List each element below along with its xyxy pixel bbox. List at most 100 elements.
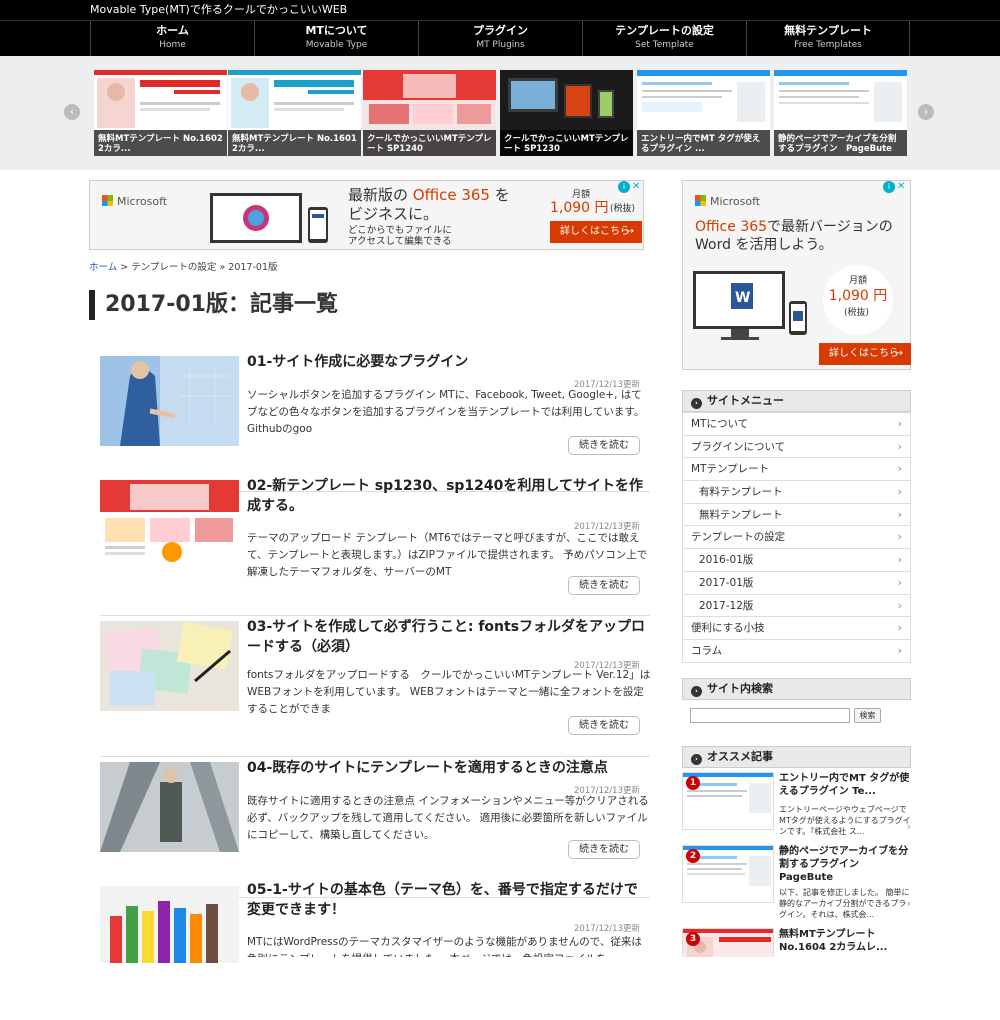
ad-close-icon[interactable]: ✕ — [632, 181, 640, 193]
ad-info-icon[interactable]: i — [618, 181, 630, 193]
ad-cta-button[interactable]: 詳しくはこちら → — [819, 343, 911, 365]
recommended-title-link[interactable]: 無料MTテンプレート No.1604 2カラムレ... — [779, 928, 911, 954]
chevron-right-icon: › — [897, 553, 902, 567]
nav-sublabel: Set Template — [635, 40, 694, 50]
recommended-excerpt: エントリーページやウェブページでMTタグが使えるようにするプラグインです。『株式… — [779, 805, 911, 836]
slide-caption: 静的ページでアーカイブを分割するプラグイン PageBute — [774, 130, 907, 156]
nav-sublabel: Home — [159, 40, 186, 50]
post-excerpt: 既存サイトに適用するときの注意点 インフォメーションやメニュー等がクリアされる … — [247, 795, 649, 841]
read-more-button[interactable]: 続きを読む — [568, 436, 640, 455]
arrow-circle-icon: › — [691, 398, 702, 409]
businessman-image — [100, 356, 239, 446]
page-title: 2017-01版：記事一覧 — [89, 290, 338, 320]
site-menu-item-label: 2017-12版 — [699, 599, 754, 612]
slide-caption: 無料MTテンプレート No.1602 2カラ... — [94, 130, 227, 156]
recommended-item[interactable]: 1 エントリー内でMT タグが使えるプラグイン Te... エントリーページやウ… — [682, 772, 911, 836]
ad-cta-button[interactable]: 詳しくはこちら → — [550, 221, 642, 243]
nav-about-mt[interactable]: MTについて Movable Type — [254, 21, 418, 56]
chevron-right-icon: › — [897, 621, 902, 635]
recommended-item[interactable]: 2 静的ページでアーカイブを分割するプラグイン PageBute 以下、記事を修… — [682, 845, 911, 919]
site-menu-heading: › サイトメニュー — [682, 390, 911, 412]
read-more-button[interactable]: 続きを読む — [568, 576, 640, 595]
ad-product: Office 365 — [695, 219, 768, 235]
post-title-link[interactable]: 02-新テンプレート sp1230、sp1240を利用してサイトを作成する。 — [247, 476, 647, 516]
post-thumbnail[interactable] — [100, 621, 239, 711]
recommended-heading: › オススメ記事 — [682, 746, 911, 768]
site-menu-item[interactable]: 2017-12版 › — [683, 593, 910, 617]
recommended-excerpt: 以下、記事を修正しました。 簡単に静的なアーカイブ分割ができるプラグイン。それは… — [779, 888, 910, 919]
chevron-left-icon[interactable]: ‹ — [64, 104, 80, 120]
microsoft-logo-icon — [695, 195, 706, 206]
breadcrumb-home-link[interactable]: ホーム — [89, 262, 117, 273]
read-more-button[interactable]: 続きを読む — [568, 716, 640, 735]
post-title-link[interactable]: 03-サイトを作成して必ず行うこと: fontsフォルダをアップロードする（必須… — [247, 617, 647, 657]
nav-plugins[interactable]: プラグイン MT Plugins — [418, 21, 582, 56]
arrow-circle-icon: › — [691, 686, 702, 697]
site-search-title: サイト内検索 — [707, 682, 773, 695]
nav-set-template[interactable]: テンプレートの設定 Set Template — [582, 21, 746, 56]
post-item: 05-1-サイトの基本色（テーマ色）を、番号で指定するだけで変更できます！ 20… — [100, 880, 650, 1020]
recommended-item[interactable]: 3 無料MTテンプレート No.1604 2カラムレ... — [682, 928, 911, 957]
ad-headline: を — [494, 186, 510, 204]
nav-free-templates[interactable]: 無料テンプレート Free Templates — [746, 21, 910, 56]
site-menu-item[interactable]: 2017-01版 › — [683, 570, 910, 594]
ad-brand: Microsoft — [117, 195, 168, 208]
post-thumbnail[interactable] — [100, 356, 239, 446]
slide-item[interactable]: クールでかっこいいMTテンプレート SP1230 — [500, 70, 633, 156]
chevron-right-icon: › — [897, 643, 902, 657]
chevron-right-icon[interactable]: › — [918, 104, 934, 120]
ad-banner-top[interactable]: Microsoft 最新版の Office 365 を ビジネスに。 どこからで… — [89, 180, 644, 250]
nav-home[interactable]: ホーム Home — [90, 21, 254, 56]
slide-item[interactable]: 静的ページでアーカイブを分割するプラグイン PageBute — [774, 70, 907, 156]
breadcrumb-separator: » — [216, 262, 229, 273]
site-menu-item[interactable]: MTについて › — [683, 412, 910, 435]
chevron-right-icon: › — [897, 575, 902, 589]
post-title-link[interactable]: 04-既存のサイトにテンプレートを適用するときの注意点 — [247, 758, 647, 778]
slide-item[interactable]: クールでかっこいいMTテンプレート SP1240 — [363, 70, 496, 156]
chevron-right-icon: › — [897, 439, 902, 453]
chevron-right-icon: › — [897, 507, 902, 521]
post-title-link[interactable]: 05-1-サイトの基本色（テーマ色）を、番号で指定するだけで変更できます！ — [247, 880, 647, 920]
recommended-title-link[interactable]: エントリー内でMT タグが使えるプラグイン Te... — [779, 772, 911, 798]
site-menu-item-label: 無料テンプレート — [699, 508, 783, 521]
read-more-button[interactable]: 続きを読む — [568, 840, 640, 859]
breadcrumb-separator: > — [117, 262, 132, 273]
site-menu-item-label: コラム — [691, 644, 723, 657]
site-menu-item[interactable]: プラグインについて › — [683, 434, 910, 458]
recommended-title-link[interactable]: 静的ページでアーカイブを分割するプラグイン PageBute — [779, 845, 911, 884]
svg-text:W: W — [735, 290, 750, 306]
featured-slider: ‹ 無料MTテンプレート No.1602 2カラ... 無料MTテンプレート N… — [0, 56, 1000, 170]
site-menu-item-label: 便利にする小技 — [691, 622, 765, 635]
slide-item[interactable]: 無料MTテンプレート No.1601 2カラ... — [228, 70, 361, 156]
site-menu-item[interactable]: MTテンプレート › — [683, 457, 910, 480]
search-input[interactable] — [690, 708, 850, 723]
chevron-right-icon: › — [906, 820, 911, 833]
breadcrumb-category-link[interactable]: テンプレートの設定 — [131, 262, 216, 273]
site-menu-item[interactable]: 2016-01版 › — [683, 548, 910, 571]
ad-close-icon[interactable]: ✕ — [897, 181, 905, 193]
site-menu-item[interactable]: 便利にする小技 › — [683, 616, 910, 639]
post-thumbnail[interactable] — [100, 886, 239, 963]
slide-item[interactable]: 無料MTテンプレート No.1602 2カラ... — [94, 70, 227, 156]
post-item: 04-既存のサイトにテンプレートを適用するときの注意点 2017/12/13更新… — [100, 758, 650, 898]
site-menu-item-label: MTテンプレート — [691, 463, 770, 476]
chevron-right-icon: › — [897, 417, 902, 430]
post-date: 2017/12/13更新 — [574, 924, 640, 934]
post-title-link[interactable]: 01-サイト作成に必要なプラグイン — [247, 352, 647, 372]
search-button[interactable]: 検索 — [854, 708, 881, 723]
ad-info-icon[interactable]: i — [883, 181, 895, 193]
site-menu-item[interactable]: 無料テンプレート › — [683, 502, 910, 526]
monitor-word-image: W — [693, 271, 807, 340]
slide-item[interactable]: エントリー内でMT タグが使えるプラグイン ... — [637, 70, 770, 156]
slide-caption: クールでかっこいいMTテンプレート SP1230 — [500, 130, 633, 156]
ad-price: 1,090 円 — [828, 288, 888, 304]
site-menu-item[interactable]: テンプレートの設定 › — [683, 525, 910, 548]
global-nav: ホーム Home MTについて Movable Type プラグイン MT Plugi… — [0, 20, 1000, 56]
site-menu-item[interactable]: 有料テンプレート › — [683, 480, 910, 503]
post-thumbnail[interactable] — [100, 480, 239, 570]
site-title[interactable]: Movable Type(MT)で作るクールでかっこいいWEB — [90, 3, 347, 16]
escalator-woman-image — [100, 762, 239, 852]
post-thumbnail[interactable] — [100, 762, 239, 852]
site-menu-item[interactable]: コラム › — [683, 638, 910, 662]
ad-banner-side[interactable]: Microsoft Office 365で最新バージョンの Word を活用しよ… — [682, 180, 911, 370]
